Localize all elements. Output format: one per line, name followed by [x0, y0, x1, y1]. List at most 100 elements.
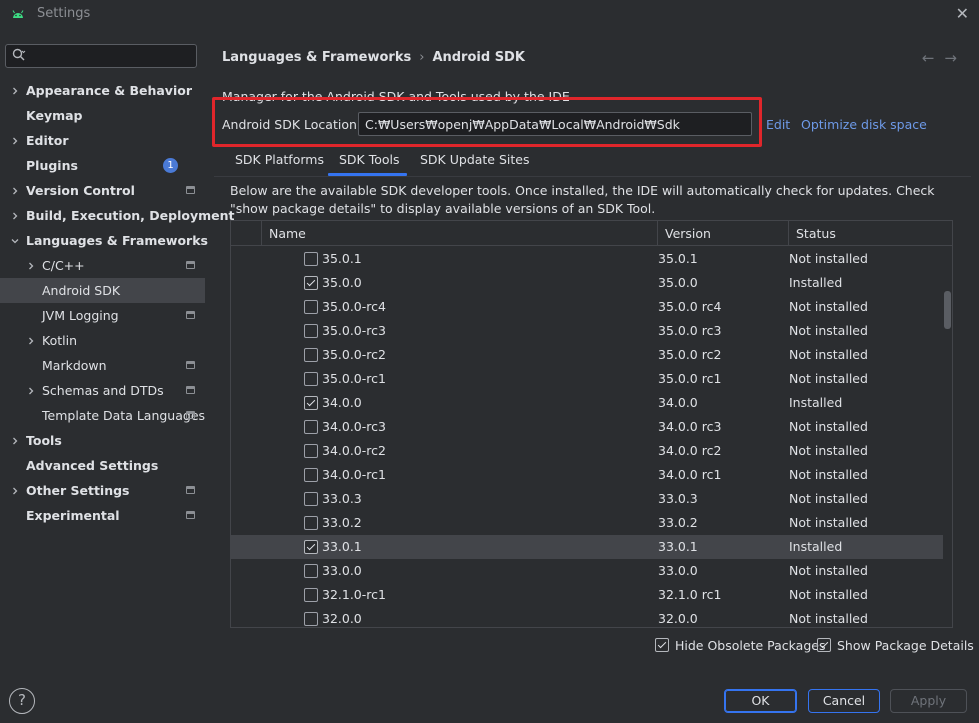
breadcrumb-parent[interactable]: Languages & Frameworks — [222, 50, 411, 65]
sidebar-item[interactable]: Editor — [0, 128, 205, 153]
tab-sdk-update-sites[interactable]: SDK Update Sites — [420, 152, 530, 167]
table-row[interactable]: 34.0.0-rc3 34.0.0 rc3 Not installed — [231, 415, 943, 439]
search-input[interactable] — [30, 47, 190, 65]
back-arrow-icon[interactable]: ← — [922, 49, 945, 67]
sidebar-item[interactable]: Experimental — [0, 503, 205, 528]
package-checkbox[interactable] — [304, 252, 318, 266]
title-bar: Settings ✕ — [0, 0, 979, 28]
forward-arrow-icon[interactable]: → — [944, 49, 967, 67]
package-checkbox[interactable] — [304, 564, 318, 578]
package-checkbox[interactable] — [304, 540, 318, 554]
column-header-status[interactable]: Status — [788, 221, 943, 246]
chevron-right-icon[interactable] — [10, 185, 20, 195]
package-version: 33.0.0 — [658, 563, 698, 578]
show-details-label[interactable]: Show Package Details — [837, 638, 974, 653]
table-row[interactable]: 35.0.1 35.0.1 Not installed — [231, 247, 943, 271]
package-checkbox[interactable] — [304, 300, 318, 314]
package-checkbox[interactable] — [304, 324, 318, 338]
table-row[interactable]: 34.0.0 34.0.0 Installed — [231, 391, 943, 415]
sidebar-item[interactable]: Tools — [0, 428, 205, 453]
package-name: 34.0.0-rc1 — [322, 467, 386, 482]
sidebar-item[interactable]: Other Settings — [0, 478, 205, 503]
sidebar-item-label: Markdown — [42, 358, 107, 373]
settings-search[interactable] — [5, 44, 197, 68]
update-count-badge: 1 — [163, 158, 178, 173]
sidebar-item[interactable]: C/C++ — [0, 253, 205, 278]
table-row[interactable]: 35.0.0-rc2 35.0.0 rc2 Not installed — [231, 343, 943, 367]
chevron-right-icon[interactable] — [10, 210, 20, 220]
package-checkbox[interactable] — [304, 492, 318, 506]
sidebar-item[interactable]: Version Control — [0, 178, 205, 203]
chevron-right-icon[interactable] — [10, 135, 20, 145]
package-status: Not installed — [789, 347, 868, 362]
optimize-disk-space-link[interactable]: Optimize disk space — [801, 117, 927, 132]
package-status: Not installed — [789, 587, 868, 602]
table-row[interactable]: 32.0.0 32.0.0 Not installed — [231, 607, 943, 627]
package-checkbox[interactable] — [304, 516, 318, 530]
cancel-button[interactable]: Cancel — [808, 689, 880, 713]
edit-link[interactable]: Edit — [766, 117, 790, 132]
table-row[interactable]: 33.0.3 33.0.3 Not installed — [231, 487, 943, 511]
chevron-right-icon[interactable] — [26, 260, 36, 270]
hide-obsolete-checkbox[interactable] — [655, 638, 669, 652]
package-checkbox[interactable] — [304, 444, 318, 458]
package-checkbox[interactable] — [304, 348, 318, 362]
apply-button[interactable]: Apply — [890, 689, 967, 713]
package-version: 35.0.0 rc1 — [658, 371, 722, 386]
sidebar-item[interactable]: Keymap — [0, 103, 205, 128]
table-row[interactable]: 35.0.0 35.0.0 Installed — [231, 271, 943, 295]
table-row[interactable]: 34.0.0-rc1 34.0.0 rc1 Not installed — [231, 463, 943, 487]
sidebar-item[interactable]: Advanced Settings — [0, 453, 205, 478]
table-row[interactable]: 33.0.2 33.0.2 Not installed — [231, 511, 943, 535]
sidebar-item[interactable]: Appearance & Behavior — [0, 78, 205, 103]
sidebar-item[interactable]: Android SDK — [0, 278, 205, 303]
hide-obsolete-label[interactable]: Hide Obsolete Packages — [675, 638, 825, 653]
sidebar-item[interactable]: Languages & Frameworks — [0, 228, 208, 253]
table-row[interactable]: 33.0.0 33.0.0 Not installed — [231, 559, 943, 583]
sidebar-item-label: Build, Execution, Deployment — [26, 208, 235, 223]
table-row[interactable]: 35.0.0-rc3 35.0.0 rc3 Not installed — [231, 319, 943, 343]
package-checkbox[interactable] — [304, 396, 318, 410]
tab-sdk-tools[interactable]: SDK Tools — [339, 152, 400, 167]
chevron-down-icon[interactable] — [10, 235, 20, 245]
table-row[interactable]: 35.0.0-rc4 35.0.0 rc4 Not installed — [231, 295, 943, 319]
package-checkbox[interactable] — [304, 276, 318, 290]
sidebar-item[interactable]: Schemas and DTDs — [0, 378, 205, 403]
show-details-checkbox[interactable] — [817, 638, 831, 652]
package-version: 34.0.0 rc1 — [658, 467, 722, 482]
sidebar-item-label: Template Data Languages — [42, 408, 206, 423]
package-checkbox[interactable] — [304, 372, 318, 386]
chevron-right-icon[interactable] — [26, 385, 36, 395]
table-row[interactable]: 35.0.0-rc1 35.0.0 rc1 Not installed — [231, 367, 943, 391]
sidebar-item-label: Version Control — [26, 183, 135, 198]
tab-sdk-platforms[interactable]: SDK Platforms — [235, 152, 324, 167]
table-row[interactable]: 34.0.0-rc2 34.0.0 rc2 Not installed — [231, 439, 943, 463]
package-name: 35.0.1 — [322, 251, 362, 266]
chevron-right-icon[interactable] — [10, 85, 20, 95]
chevron-right-icon[interactable] — [10, 485, 20, 495]
package-checkbox[interactable] — [304, 612, 318, 626]
sidebar-item[interactable]: Template Data Languages — [0, 403, 205, 428]
package-checkbox[interactable] — [304, 588, 318, 602]
table-row[interactable]: 32.1.0-rc1 32.1.0 rc1 Not installed — [231, 583, 943, 607]
ok-button[interactable]: OK — [724, 689, 797, 713]
help-button[interactable]: ? — [9, 688, 35, 714]
column-header-version[interactable]: Version — [657, 221, 788, 246]
sidebar-item[interactable]: Plugins 1 — [0, 153, 205, 178]
column-header-name[interactable]: Name — [261, 221, 657, 246]
package-checkbox[interactable] — [304, 420, 318, 434]
close-icon[interactable]: ✕ — [956, 4, 969, 23]
project-level-icon — [186, 186, 195, 194]
sidebar-item-label: Tools — [26, 433, 62, 448]
sidebar-item[interactable]: Markdown — [0, 353, 205, 378]
sidebar-item[interactable]: Build, Execution, Deployment — [0, 203, 234, 228]
package-name: 35.0.0-rc2 — [322, 347, 386, 362]
sidebar-item[interactable]: Kotlin — [0, 328, 205, 353]
table-row[interactable]: 33.0.1 33.0.1 Installed — [231, 535, 943, 559]
sidebar-item[interactable]: JVM Logging — [0, 303, 205, 328]
chevron-right-icon[interactable] — [10, 435, 20, 445]
package-checkbox[interactable] — [304, 468, 318, 482]
chevron-right-icon[interactable] — [26, 335, 36, 345]
table-scrollbar-thumb[interactable] — [944, 291, 951, 329]
package-version: 35.0.0 rc4 — [658, 299, 722, 314]
